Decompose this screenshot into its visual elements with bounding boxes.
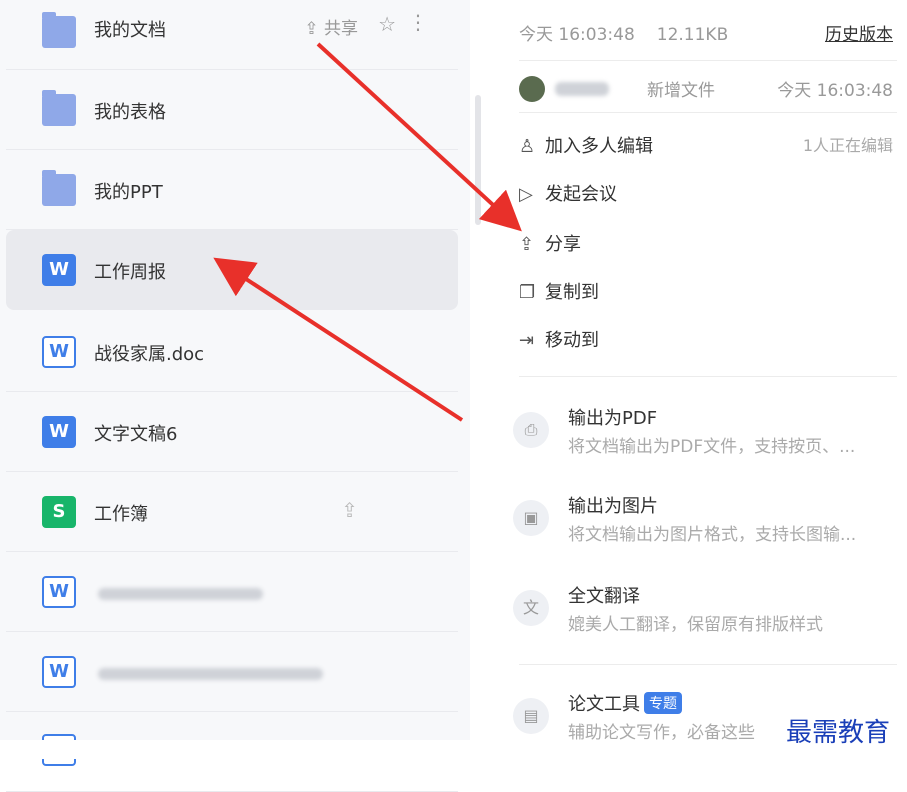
annotation-arrows <box>213 42 522 422</box>
arrow-to-share <box>316 42 522 232</box>
arrow-to-weekly-report <box>213 257 464 422</box>
watermark: 最需教育 <box>786 718 891 748</box>
